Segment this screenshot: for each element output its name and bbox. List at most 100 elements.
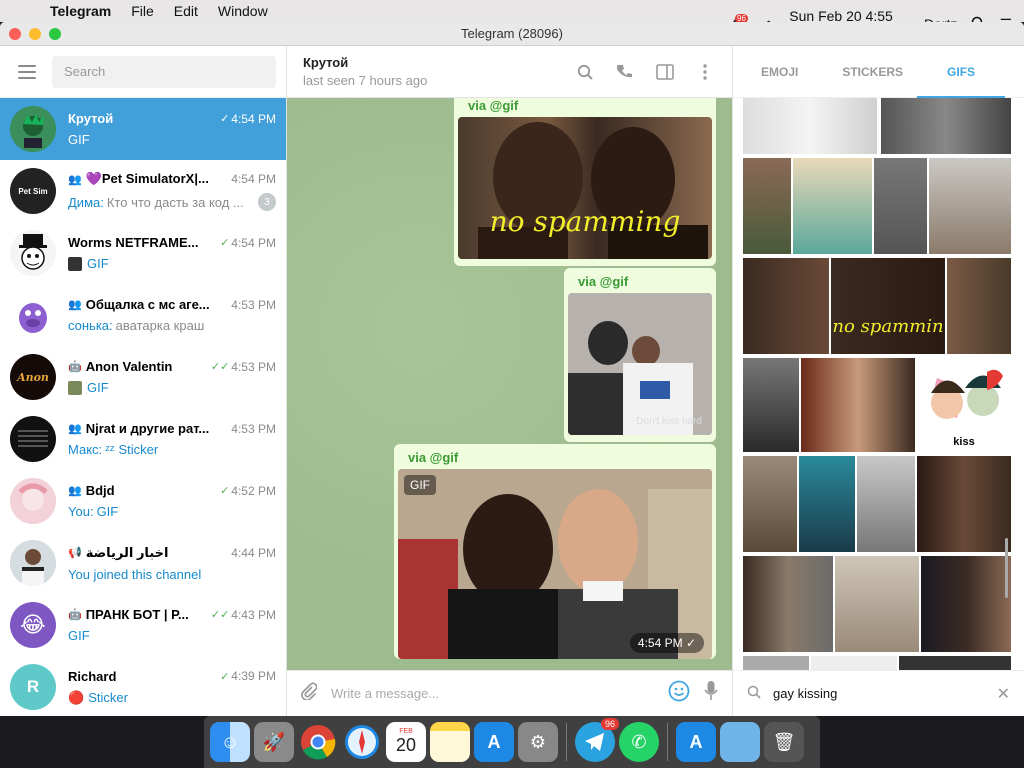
trash-icon[interactable]: 🗑 <box>764 722 804 762</box>
conversation-title[interactable]: Крутой <box>303 55 556 70</box>
chat-preview: GIF <box>87 256 109 271</box>
message-input[interactable]: Write a message... <box>331 686 654 701</box>
calendar-month: FEB <box>399 728 413 735</box>
emoji-sticker-gif-panel: EMOJI STICKERS GIFS no spammin kiss gay … <box>732 46 1024 716</box>
close-window-button[interactable] <box>9 28 21 40</box>
finder-icon[interactable]: ☺ <box>210 722 250 762</box>
avatar <box>10 106 56 152</box>
gif-result[interactable] <box>899 656 1011 670</box>
chat-time: 4:52 PM <box>231 483 276 498</box>
minimize-window-button[interactable] <box>29 28 41 40</box>
gif-media[interactable]: Don't kiss hard <box>568 293 712 435</box>
chat-name: Bdjd <box>85 483 115 498</box>
gif-result[interactable] <box>743 456 797 552</box>
gif-media[interactable]: no spamming <box>458 117 712 259</box>
gif-result[interactable] <box>793 158 872 254</box>
message-bubble[interactable]: via @gif GIF 4:54 PM ✓ <box>394 444 716 659</box>
gif-result[interactable] <box>743 556 833 652</box>
clear-search-icon[interactable]: ✕ <box>997 684 1010 704</box>
gif-media[interactable]: GIF 4:54 PM ✓ <box>398 469 712 659</box>
more-options-icon[interactable] <box>694 61 716 83</box>
gif-result[interactable]: kiss <box>917 358 1011 452</box>
via-bot-label[interactable]: via @gif <box>398 448 712 469</box>
menu-app-name[interactable]: Telegram <box>40 3 121 19</box>
menu-file[interactable]: File <box>121 3 164 19</box>
gif-thumb-icon <box>68 380 82 395</box>
tab-emoji[interactable]: EMOJI <box>733 46 812 98</box>
via-bot-label[interactable]: via @gif <box>458 98 712 117</box>
gif-search-input[interactable]: gay kissing <box>773 686 985 701</box>
tab-stickers[interactable]: STICKERS <box>812 46 917 98</box>
chat-preview: Кто что дасть за код ... <box>106 194 244 210</box>
gif-result[interactable]: no spammin <box>831 258 945 354</box>
chat-name: Worms NETFRAME... <box>68 235 199 250</box>
menu-edit[interactable]: Edit <box>164 3 208 19</box>
gif-result[interactable] <box>857 456 915 552</box>
chat-item-worms[interactable]: Worms NETFRAME... ✓ 4:54 PM GIF <box>0 222 286 284</box>
gif-result[interactable] <box>801 358 915 452</box>
gif-panel-scrollbar[interactable] <box>1005 538 1008 598</box>
system-preferences-icon[interactable]: ⚙ <box>518 722 558 762</box>
microphone-icon[interactable] <box>704 680 718 707</box>
telegram-unread-badge: 96 <box>600 718 619 730</box>
search-input[interactable]: Search <box>52 55 276 88</box>
chat-item-anon-valentin[interactable]: Anon 🤖 Anon Valentin ✓✓ 4:53 PM GIF <box>0 346 286 408</box>
chat-item-pet-simulator[interactable]: Pet Sim 👥 💜Pet SimulatorX|... 4:54 PM Дима… <box>0 160 286 222</box>
chat-item-krutoy[interactable]: Крутой ✓ 4:54 PM GIF <box>0 98 286 160</box>
emoji-smile-icon[interactable] <box>668 680 690 707</box>
gif-result[interactable] <box>799 456 855 552</box>
chat-time: 4:43 PM <box>231 607 276 622</box>
chat-item-sports-news[interactable]: 📢 اخبار الرياضة 4:44 PM You joined this ch… <box>0 532 286 594</box>
calendar-icon[interactable]: FEB 20 <box>386 722 426 762</box>
gif-result[interactable] <box>947 258 1011 354</box>
menu-hamburger-icon[interactable] <box>18 64 36 79</box>
gif-result[interactable] <box>917 456 1011 552</box>
telegram-dock-icon[interactable]: 96 <box>575 718 619 762</box>
gif-result[interactable] <box>743 98 877 154</box>
zoom-window-button[interactable] <box>49 28 61 40</box>
downloads-folder-icon[interactable] <box>720 722 760 762</box>
attach-paperclip-icon[interactable] <box>300 682 318 705</box>
message-time-text: 4:54 PM <box>637 636 683 650</box>
chat-name: Общалка с мс аге... <box>85 297 210 312</box>
avatar: R <box>10 664 56 710</box>
gif-result[interactable] <box>811 656 897 670</box>
gif-caption-text: Don't kiss hard <box>636 416 702 427</box>
chat-item-prank-bot[interactable]: 😂 🤖 ПРАНК БОТ | Р... ✓✓ 4:43 PM GIF <box>0 594 286 656</box>
notes-icon[interactable] <box>430 722 470 762</box>
whatsapp-icon[interactable]: ✆ <box>619 722 659 762</box>
gif-result[interactable] <box>929 158 1011 254</box>
chat-time: 4:54 PM <box>231 172 276 186</box>
safari-icon[interactable] <box>342 722 382 762</box>
read-check-icon: ✓✓ <box>210 609 230 621</box>
gif-result[interactable] <box>881 98 1011 154</box>
chat-item-richard[interactable]: R Richard ✓ 4:39 PM 🔴 Sticker <box>0 656 286 716</box>
phone-call-icon[interactable] <box>614 61 636 83</box>
chat-time: 4:44 PM <box>231 545 276 560</box>
message-time: 4:54 PM ✓ <box>629 633 704 653</box>
gif-result[interactable] <box>835 556 919 652</box>
gif-result[interactable] <box>874 158 927 254</box>
chat-item-njrat[interactable]: 👥 Njrat и другие рат... 4:53 PM Макс: ᶻᶻ Sti… <box>0 408 286 470</box>
gif-result[interactable] <box>921 556 1011 652</box>
gif-result[interactable] <box>743 158 791 254</box>
app-store-icon[interactable]: A <box>474 722 514 762</box>
gif-result[interactable] <box>743 358 799 452</box>
tab-gifs[interactable]: GIFS <box>917 46 1006 98</box>
gif-result[interactable] <box>743 258 829 354</box>
search-icon[interactable] <box>574 61 596 83</box>
chat-item-bdjd[interactable]: 👥 Bdjd ✓ 4:52 PM You: GIF <box>0 470 286 532</box>
launchpad-icon[interactable]: 🚀 <box>254 722 294 762</box>
sidebar-toggle-icon[interactable] <box>654 61 676 83</box>
message-area[interactable]: via @gif no spamming via @gif Don't kiss… <box>287 98 732 670</box>
via-bot-label[interactable]: via @gif <box>568 272 712 293</box>
chat-sender: Дима: <box>68 194 104 210</box>
chat-item-obshchalka[interactable]: 👥 Общалка с мс аге... 4:53 PM сонька: авата… <box>0 284 286 346</box>
chrome-icon[interactable] <box>298 722 338 762</box>
gif-result[interactable] <box>743 656 809 670</box>
menu-window[interactable]: Window <box>208 3 278 19</box>
message-bubble[interactable]: via @gif no spamming <box>454 98 716 266</box>
app-store-download-icon[interactable]: A <box>676 722 716 762</box>
message-bubble[interactable]: via @gif Don't kiss hard <box>564 268 716 442</box>
dock-separator <box>566 723 567 761</box>
